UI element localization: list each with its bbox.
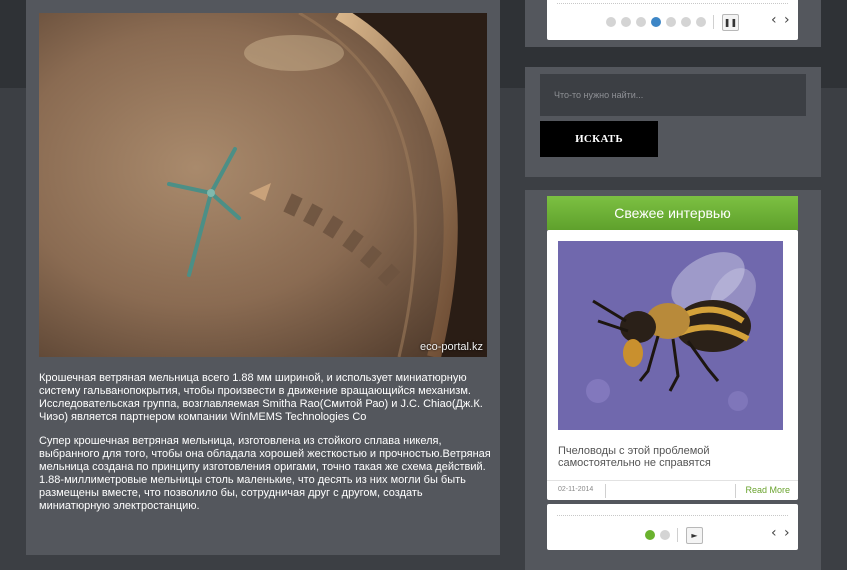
pager-separator [677, 528, 678, 542]
slider-dot[interactable] [696, 17, 706, 27]
slider-dot[interactable] [666, 17, 676, 27]
slider-dot[interactable] [636, 17, 646, 27]
interview-date: 02-11-2014 [558, 486, 594, 493]
interview-meta: 02-11-2014 Read More [547, 480, 798, 501]
pager-separator [713, 15, 714, 29]
search-input[interactable] [540, 74, 806, 116]
chevron-left-icon[interactable]: ‹ [771, 12, 777, 28]
interview-image[interactable] [558, 241, 783, 430]
slider-widget: ❚❚ ‹ › [525, 0, 821, 47]
dotted-divider [557, 3, 788, 5]
interview-dot-active[interactable] [645, 530, 655, 540]
article-paragraph: Супер крошечная ветряная мельница, изгот… [39, 435, 491, 512]
interview-header: Свежее интервью [547, 196, 798, 230]
meta-separator [605, 484, 606, 498]
interview-widget: Свежее интервью Пчеловоды с этой проблем… [525, 190, 821, 570]
photo-watermark: eco-portal.kz [420, 341, 483, 353]
interview-title[interactable]: Пчеловоды с этой проблемой самостоятельн… [558, 445, 788, 469]
search-widget: ИСКАТЬ [525, 67, 821, 177]
interview-card: Пчеловоды с этой проблемой самостоятельн… [547, 230, 798, 500]
chevron-right-icon[interactable]: › [784, 12, 790, 28]
article-photo: eco-portal.kz [39, 13, 487, 357]
pause-icon[interactable]: ❚❚ [722, 14, 739, 31]
interview-dot[interactable] [660, 530, 670, 540]
slider-pager-card: ❚❚ ‹ › [547, 0, 798, 40]
chevron-right-icon[interactable]: › [784, 525, 790, 541]
meta-separator [735, 484, 736, 498]
article-column: eco-portal.kz Крошечная ветряная мельниц… [26, 0, 500, 555]
play-icon[interactable]: ► [686, 527, 703, 544]
interview-pager-card: ► ‹ › [547, 504, 798, 550]
coin-windmill-image [39, 13, 487, 357]
slider-dot[interactable] [606, 17, 616, 27]
chevron-left-icon[interactable]: ‹ [771, 525, 777, 541]
search-button[interactable]: ИСКАТЬ [540, 121, 658, 157]
bee-image [558, 241, 783, 430]
slider-dot[interactable] [681, 17, 691, 27]
article-text: Крошечная ветряная мельница всего 1.88 м… [39, 372, 491, 524]
article-paragraph: Крошечная ветряная мельница всего 1.88 м… [39, 372, 483, 423]
slider-dot-active[interactable] [651, 17, 661, 27]
dotted-divider [557, 515, 788, 517]
read-more-link[interactable]: Read More [745, 485, 790, 495]
slider-dot[interactable] [621, 17, 631, 27]
